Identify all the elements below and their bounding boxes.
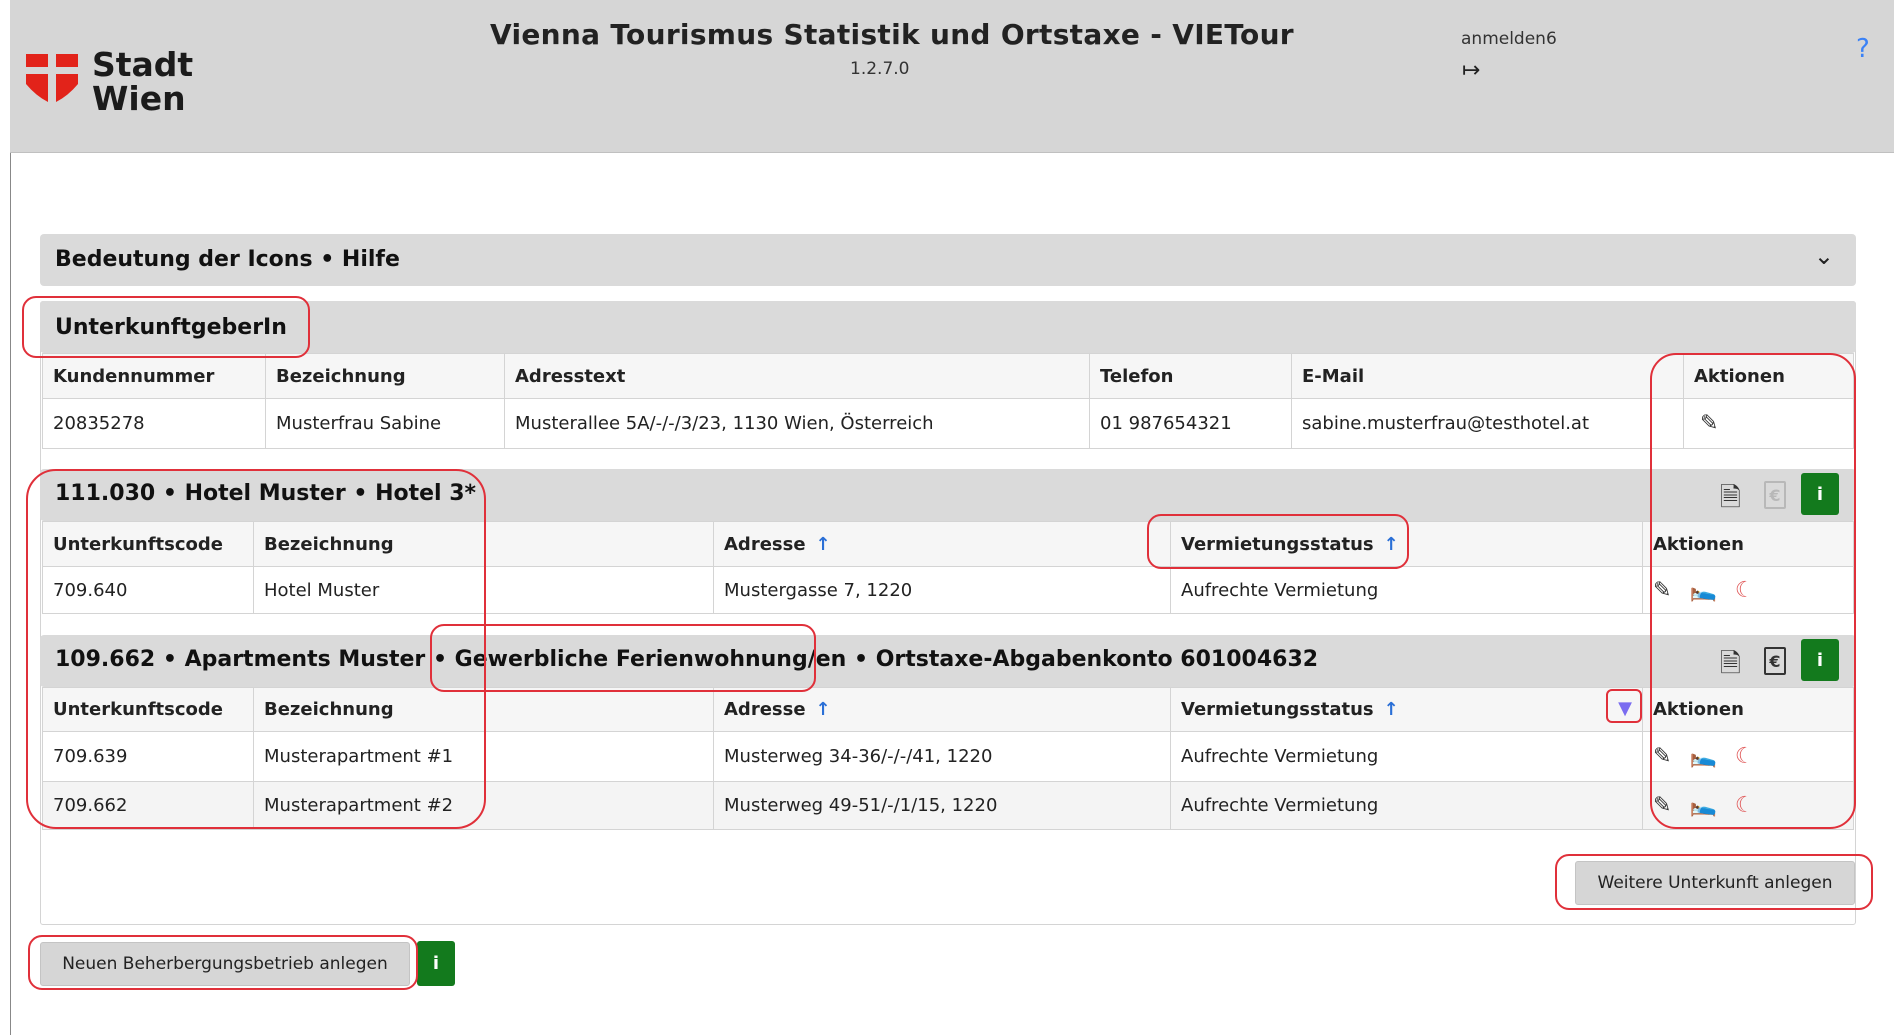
bed-icon[interactable]: 🛌: [1689, 744, 1716, 769]
moon-icon[interactable]: ☾: [1735, 793, 1755, 818]
cell-vermietungsstatus: Aufrechte Vermietung: [1170, 731, 1643, 782]
col-bezeichnung[interactable]: Bezeichnung: [253, 521, 714, 567]
col-vermietungsstatus-label: Vermietungsstatus: [1181, 533, 1374, 555]
cell-aktionen: ✎: [1683, 398, 1854, 449]
col-aktionen: Aktionen: [1642, 521, 1854, 567]
col-kundennummer[interactable]: Kundennummer: [42, 353, 266, 399]
edit-pencil-icon[interactable]: ✎: [1653, 744, 1671, 769]
help-icon[interactable]: ?: [1856, 34, 1870, 64]
col-aktionen: Aktionen: [1683, 353, 1854, 399]
moon-icon[interactable]: ☾: [1735, 744, 1755, 769]
folder-icon[interactable]: 🗎: [1720, 645, 1741, 689]
euro-account-icon[interactable]: €: [1764, 647, 1786, 675]
col-vermietungsstatus-label: Vermietungsstatus: [1181, 699, 1374, 720]
edit-pencil-icon[interactable]: ✎: [1653, 793, 1671, 818]
cell-aktionen: ✎ 🛌 ☾: [1642, 731, 1854, 782]
logo-text: Stadt Wien: [92, 48, 193, 116]
cell-aktionen: ✎ 🛌 ☾: [1642, 781, 1854, 830]
cell-bezeichnung: Musterapartment #1: [253, 731, 714, 782]
host-table: Kundennummer Bezeichnung Adresstext Tele…: [42, 353, 1854, 449]
col-adresse-label: Adresse: [724, 699, 806, 720]
col-telefon[interactable]: Telefon: [1089, 353, 1292, 399]
sort-ascending-icon[interactable]: ↑: [816, 699, 831, 720]
cell-vermietungsstatus: Aufrechte Vermietung: [1170, 566, 1643, 614]
cell-bezeichnung: Musterapartment #2: [253, 781, 714, 830]
table-row: 709.640 Hotel Muster Mustergasse 7, 1220…: [42, 566, 1854, 614]
business2-table: Unterkunftscode Bezeichnung Adresse ↑ Ver…: [42, 687, 1854, 830]
cell-unterkunftscode: 709.662: [42, 781, 254, 830]
help-panel-title: Bedeutung der Icons • Hilfe: [55, 247, 400, 272]
col-bezeichnung[interactable]: Bezeichnung: [253, 687, 714, 732]
cell-telefon: 01 987654321: [1089, 398, 1292, 449]
cell-adresse: Musterweg 34-36/-/-/41, 1220: [713, 731, 1171, 782]
bed-icon[interactable]: 🛌: [1689, 578, 1716, 603]
cell-vermietungsstatus: Aufrechte Vermietung: [1170, 781, 1643, 830]
col-adresse[interactable]: Adresse ↑: [713, 521, 1171, 567]
col-aktionen: Aktionen: [1642, 687, 1854, 732]
chevron-down-icon[interactable]: ⌄: [1814, 242, 1834, 270]
business2-header: 109.662 • Apartments Muster • Gewerblich…: [40, 635, 1856, 687]
col-adresstext[interactable]: Adresstext: [504, 353, 1090, 399]
sort-ascending-icon[interactable]: ↑: [1384, 699, 1399, 720]
col-vermietungsstatus[interactable]: Vermietungsstatus ↑ ▼: [1170, 687, 1643, 732]
app-title: Vienna Tourismus Statistik und Ortstaxe …: [490, 18, 1294, 51]
table-row: 709.639 Musterapartment #1 Musterweg 34-…: [42, 731, 1854, 782]
host-header: UnterkunftgeberIn: [40, 301, 1856, 353]
cell-bezeichnung: Hotel Muster: [253, 566, 714, 614]
col-adresse[interactable]: Adresse ↑: [713, 687, 1171, 732]
filter-icon[interactable]: ▼: [1618, 698, 1632, 719]
business2-title: 109.662 • Apartments Muster • Gewerblich…: [55, 647, 1319, 672]
table-row: 20835278 Musterfrau Sabine Musterallee 5…: [42, 398, 1854, 449]
logo-text-line1: Stadt: [92, 45, 194, 84]
moon-icon[interactable]: ☾: [1735, 578, 1755, 603]
edit-pencil-icon[interactable]: ✎: [1700, 411, 1718, 436]
add-business-button[interactable]: Neuen Beherbergungsbetrieb anlegen: [40, 942, 410, 986]
help-panel-header[interactable]: Bedeutung der Icons • Hilfe ⌄: [40, 234, 1856, 286]
col-unterkunftscode[interactable]: Unterkunftscode: [42, 687, 254, 732]
business1-table: Unterkunftscode Bezeichnung Adresse ↑ Ver…: [42, 521, 1854, 614]
stadt-wien-logo: Stadt Wien: [26, 48, 193, 116]
username: anmelden6: [1461, 29, 1557, 49]
logout-icon[interactable]: ↦: [1462, 58, 1480, 83]
cell-adresse: Mustergasse 7, 1220: [713, 566, 1171, 614]
add-accommodation-button[interactable]: Weitere Unterkunft anlegen: [1575, 861, 1855, 905]
folder-icon[interactable]: 🗎: [1720, 479, 1741, 523]
business1-info-button[interactable]: i: [1801, 473, 1839, 515]
bed-icon[interactable]: 🛌: [1689, 793, 1716, 818]
host-title: UnterkunftgeberIn: [55, 315, 287, 340]
business2-info-button[interactable]: i: [1801, 639, 1839, 681]
cell-adresse: Musterweg 49-51/-/1/15, 1220: [713, 781, 1171, 830]
edit-pencil-icon[interactable]: ✎: [1653, 578, 1671, 603]
logo-text-line2: Wien: [92, 79, 186, 118]
sort-ascending-icon[interactable]: ↑: [1384, 534, 1399, 555]
cell-email: sabine.musterfrau@testhotel.at: [1291, 398, 1684, 449]
col-vermietungsstatus[interactable]: Vermietungsstatus ↑: [1170, 521, 1643, 567]
business1-title: 111.030 • Hotel Muster • Hotel 3*: [55, 481, 477, 506]
col-adresse-label: Adresse: [724, 533, 806, 555]
col-bezeichnung[interactable]: Bezeichnung: [265, 353, 505, 399]
euro-account-icon-disabled: €: [1764, 481, 1786, 509]
cell-unterkunftscode: 709.639: [42, 731, 254, 782]
wien-coat-of-arms-icon: [26, 54, 78, 102]
cell-adresstext: Musterallee 5A/-/-/3/23, 1130 Wien, Öste…: [504, 398, 1090, 449]
cell-unterkunftscode: 709.640: [42, 566, 254, 614]
col-email[interactable]: E-Mail: [1291, 353, 1684, 399]
cell-kundennummer: 20835278: [42, 398, 266, 449]
sort-ascending-icon[interactable]: ↑: [816, 534, 831, 555]
cell-bezeichnung: Musterfrau Sabine: [265, 398, 505, 449]
table-row: 709.662 Musterapartment #2 Musterweg 49-…: [42, 781, 1854, 830]
add-business-info-button[interactable]: i: [417, 941, 455, 986]
col-unterkunftscode[interactable]: Unterkunftscode: [42, 521, 254, 567]
business1-header: 111.030 • Hotel Muster • Hotel 3*: [40, 469, 1856, 521]
cell-aktionen: ✎ 🛌 ☾: [1642, 566, 1854, 614]
app-version: 1.2.7.0: [850, 59, 910, 79]
